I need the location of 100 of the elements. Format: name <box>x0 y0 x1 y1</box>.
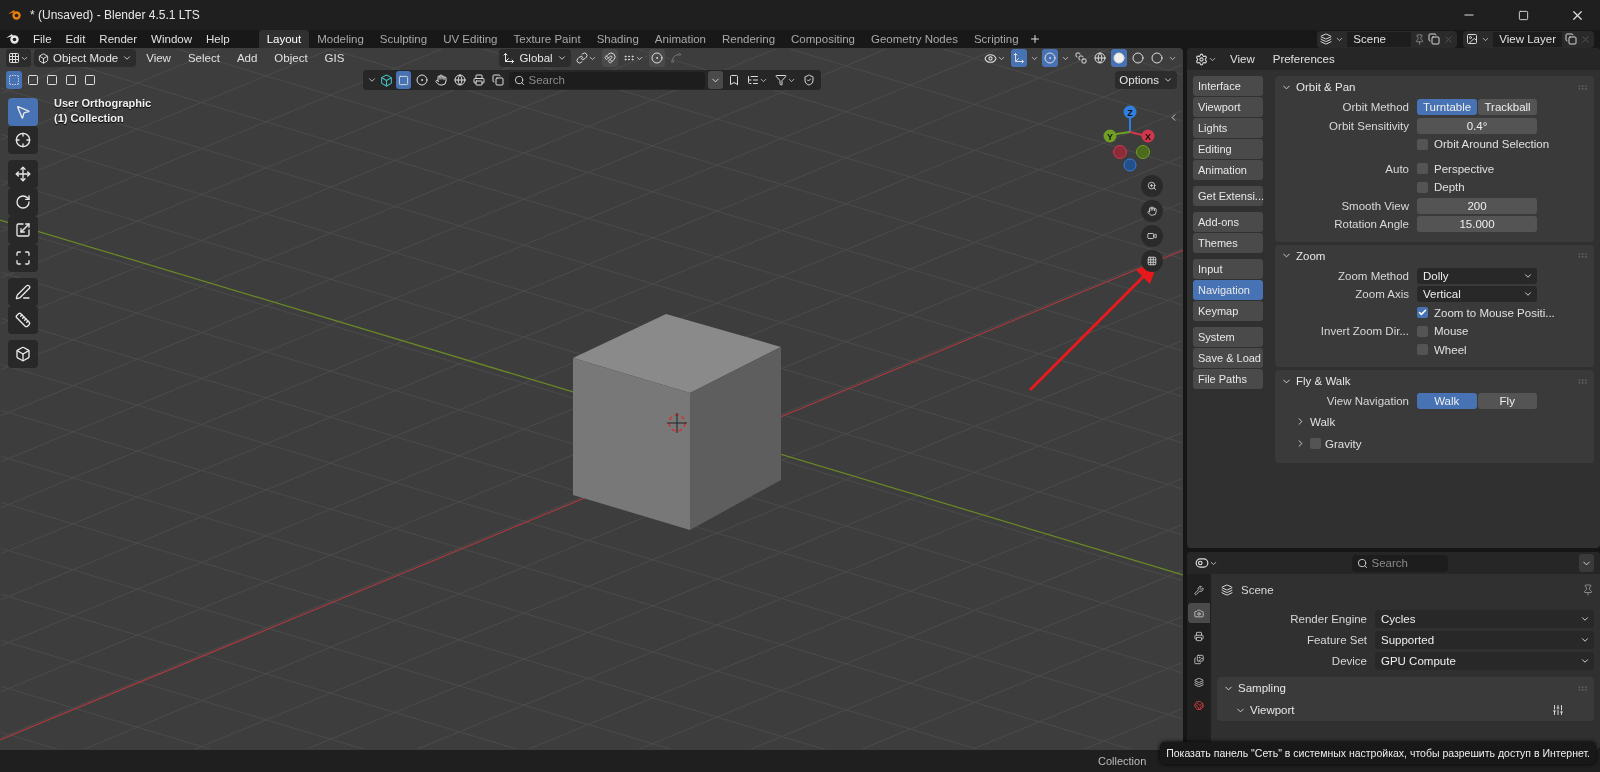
number-field[interactable]: 0.4° <box>1417 117 1537 134</box>
preferences-nav-item[interactable]: Viewport <box>1193 97 1263 117</box>
preferences-nav-item[interactable]: Input <box>1193 259 1263 279</box>
workspace-tab[interactable]: Rendering <box>714 30 784 48</box>
menu-item[interactable]: Edit <box>58 30 93 48</box>
filter-button[interactable] <box>451 71 468 89</box>
checkbox[interactable] <box>1417 163 1428 175</box>
preferences-nav-item[interactable]: Add-ons <box>1193 212 1263 232</box>
dropdown[interactable]: Dolly <box>1417 267 1537 284</box>
properties-tab[interactable] <box>1188 603 1210 623</box>
dropdown[interactable]: Cycles <box>1375 609 1594 628</box>
toggle-option[interactable]: Trackball <box>1478 99 1537 116</box>
options-dropdown[interactable]: Options <box>1115 71 1177 89</box>
workspace-tab[interactable]: Modeling <box>309 30 372 48</box>
tool-button[interactable] <box>8 160 38 188</box>
checkbox[interactable] <box>1417 344 1428 356</box>
copy-icon <box>491 74 504 86</box>
rendered-shading-button[interactable] <box>1149 49 1165 67</box>
blender-logo-icon <box>6 33 20 45</box>
preferences-nav-item[interactable]: File Paths <box>1193 369 1263 389</box>
number-field[interactable]: 15.000 <box>1417 216 1537 233</box>
axis-handle[interactable]: X <box>1141 129 1155 143</box>
menu-item[interactable]: Select <box>180 49 227 67</box>
orientation-dropdown[interactable]: Global <box>499 49 571 67</box>
filter-icon <box>774 74 787 86</box>
workspace-tab[interactable]: Sculpting <box>371 30 436 48</box>
mode-dropdown[interactable]: Object Mode <box>34 49 137 67</box>
menu-item[interactable]: Add <box>229 49 265 67</box>
gizmo-toggle[interactable] <box>1011 49 1027 67</box>
search-field[interactable]: Search <box>508 71 705 89</box>
pin-icon[interactable] <box>1582 584 1594 596</box>
axis-handle[interactable]: Z <box>1123 105 1137 119</box>
dropdown[interactable]: Vertical <box>1417 286 1537 303</box>
filter-button[interactable] <box>413 71 430 89</box>
tool-button[interactable] <box>8 244 38 272</box>
sliders-icon[interactable] <box>1552 704 1564 716</box>
dashed-square-icon <box>8 74 20 86</box>
tool-button[interactable] <box>8 306 38 334</box>
menu-item[interactable]: View <box>139 49 178 67</box>
dropdown[interactable]: Supported <box>1375 630 1594 649</box>
toggle-option[interactable]: Turntable <box>1417 99 1478 116</box>
menu-item[interactable]: Help <box>199 30 237 48</box>
select-mode-button[interactable] <box>6 71 22 89</box>
preferences-nav-item[interactable]: Editing <box>1193 139 1263 159</box>
workspace-tab[interactable]: Shading <box>588 30 647 48</box>
overlay-toggle[interactable] <box>1042 49 1058 67</box>
wireframe-shading-button[interactable] <box>1092 49 1108 67</box>
material-shading-button[interactable] <box>1130 49 1146 67</box>
scene-selector[interactable]: Scene <box>1317 30 1458 48</box>
xray-toggle[interactable] <box>1073 49 1089 67</box>
workspace-tab[interactable]: Geometry Nodes <box>863 30 966 48</box>
workspace-tab[interactable]: UV Editing <box>435 30 506 48</box>
search-field[interactable]: Search <box>1351 554 1448 572</box>
menu-item[interactable]: View <box>1223 50 1262 68</box>
toggle-option[interactable]: Fly <box>1477 393 1537 410</box>
checkbox[interactable] <box>1310 438 1321 449</box>
axis-handle[interactable] <box>1123 158 1137 172</box>
workspace-tab[interactable]: Layout <box>258 30 310 48</box>
chevron-down-icon[interactable] <box>1281 250 1292 261</box>
view-layer-selector[interactable]: View Layer <box>1463 30 1594 48</box>
workspace-tab[interactable]: Texture Paint <box>505 30 589 48</box>
editor-type-button[interactable] <box>6 49 31 67</box>
tool-icon <box>1194 583 1204 597</box>
checkbox[interactable] <box>1417 325 1428 337</box>
menu-item[interactable]: Render <box>92 30 145 48</box>
tool-button[interactable] <box>8 126 38 154</box>
preferences-nav-item[interactable]: Keymap <box>1193 301 1263 321</box>
menu-item[interactable]: GIS <box>317 49 352 67</box>
preferences-nav-item[interactable]: Get Extensi... <box>1193 186 1263 206</box>
checkbox[interactable] <box>1417 138 1428 150</box>
preferences-nav-item[interactable]: Navigation <box>1193 280 1263 300</box>
workspace-tab[interactable]: Scripting <box>965 30 1027 48</box>
filter-button[interactable] <box>395 71 411 89</box>
options-button[interactable] <box>1579 554 1594 572</box>
menu-item[interactable]: Window <box>144 30 199 48</box>
toggle-option[interactable]: Walk <box>1417 393 1477 410</box>
sort-button[interactable] <box>707 71 723 89</box>
preferences-nav-item[interactable]: Animation <box>1193 160 1263 180</box>
filter-button[interactable] <box>470 71 487 89</box>
menu-item[interactable]: File <box>26 30 59 48</box>
menu-item[interactable]: Preferences <box>1265 50 1342 68</box>
filter-button[interactable] <box>489 71 506 89</box>
workspace-tab[interactable]: Compositing <box>783 30 863 48</box>
axis-handle[interactable]: Y <box>1103 129 1117 143</box>
tool-button[interactable] <box>8 340 38 368</box>
workspace-tab[interactable]: Animation <box>646 30 714 48</box>
preferences-nav-item[interactable]: Themes <box>1193 233 1263 253</box>
number-field[interactable]: 200 <box>1417 197 1537 214</box>
drag-handle-icon[interactable] <box>1577 250 1588 261</box>
preferences-nav-item[interactable]: Save & Load <box>1193 348 1263 368</box>
preferences-nav-item[interactable]: Interface <box>1193 76 1263 96</box>
preferences-nav-item[interactable]: System <box>1193 327 1263 347</box>
checkbox-label: Perspective <box>1434 162 1495 175</box>
solid-shading-button[interactable] <box>1111 49 1127 67</box>
dropdown[interactable]: GPU Compute <box>1375 651 1594 670</box>
checkbox[interactable] <box>1417 307 1428 319</box>
preferences-nav-item[interactable]: Lights <box>1193 118 1263 138</box>
checkbox[interactable] <box>1417 181 1428 193</box>
menu-item[interactable]: Object <box>267 49 315 67</box>
tool-button[interactable] <box>8 278 38 306</box>
